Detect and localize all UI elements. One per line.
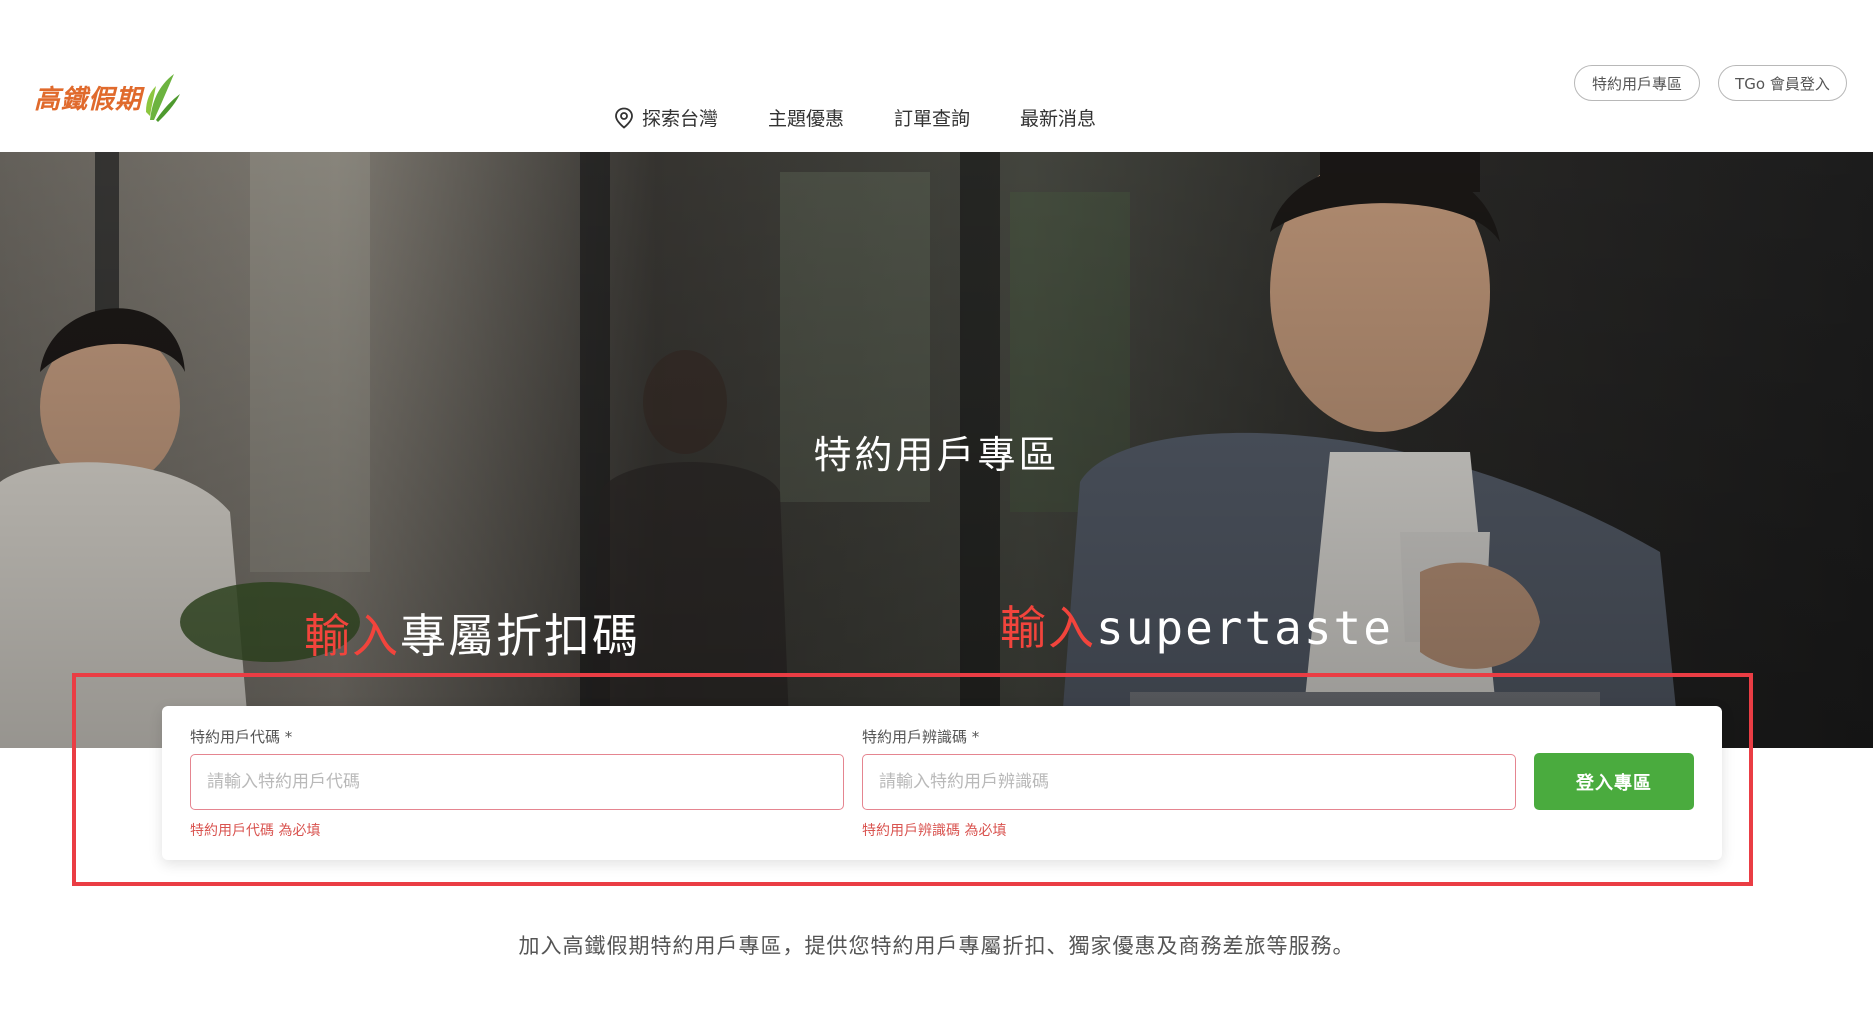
site-header: 高鐵假期 探索台灣 主題優惠 訂單查詢 最新消息 特約用戶專區 TGo 會員登入 (0, 0, 1873, 152)
nav-item-label: 探索台灣 (642, 108, 719, 130)
nav-item-label: 訂單查詢 (894, 108, 971, 130)
nav-item-theme-deals[interactable]: 主題優惠 (768, 104, 844, 131)
annotation-right-text: supertaste (1096, 601, 1393, 655)
highlight-box (72, 673, 1753, 886)
leaf-icon (146, 74, 181, 122)
special-zone-button[interactable]: 特約用戶專區 (1574, 65, 1700, 101)
tgo-login-button[interactable]: TGo 會員登入 (1718, 65, 1847, 101)
service-description: 加入高鐵假期特約用戶專區，提供您特約用戶專屬折扣、獨家優惠及商務差旅等服務。 (518, 934, 1355, 958)
nav-item-explore-taiwan[interactable]: 探索台灣 (614, 104, 718, 131)
annotation-right-highlight: 輸入 (1000, 601, 1096, 655)
map-pin-icon (615, 107, 633, 129)
annotation-left-highlight: 輸入 (304, 609, 400, 663)
annotation-left-text: 專屬折扣碼 (400, 609, 640, 663)
nav-item-label: 主題優惠 (768, 108, 845, 130)
nav-item-order-lookup[interactable]: 訂單查詢 (894, 104, 970, 131)
nav-item-latest-news[interactable]: 最新消息 (1020, 104, 1096, 131)
hero-title: 特約用戶專區 (813, 433, 1060, 477)
annotation-right: 輸入supertaste (1000, 592, 1393, 658)
brand-logo[interactable]: 高鐵假期 (34, 70, 182, 124)
annotation-left: 輸入專屬折扣碼 (304, 600, 640, 666)
hero-banner: 特約用戶專區 (0, 152, 1873, 748)
nav-item-label: 最新消息 (1020, 108, 1097, 130)
main-nav: 探索台灣 主題優惠 訂單查詢 最新消息 (614, 104, 1146, 131)
brand-name: 高鐵假期 (34, 84, 143, 115)
